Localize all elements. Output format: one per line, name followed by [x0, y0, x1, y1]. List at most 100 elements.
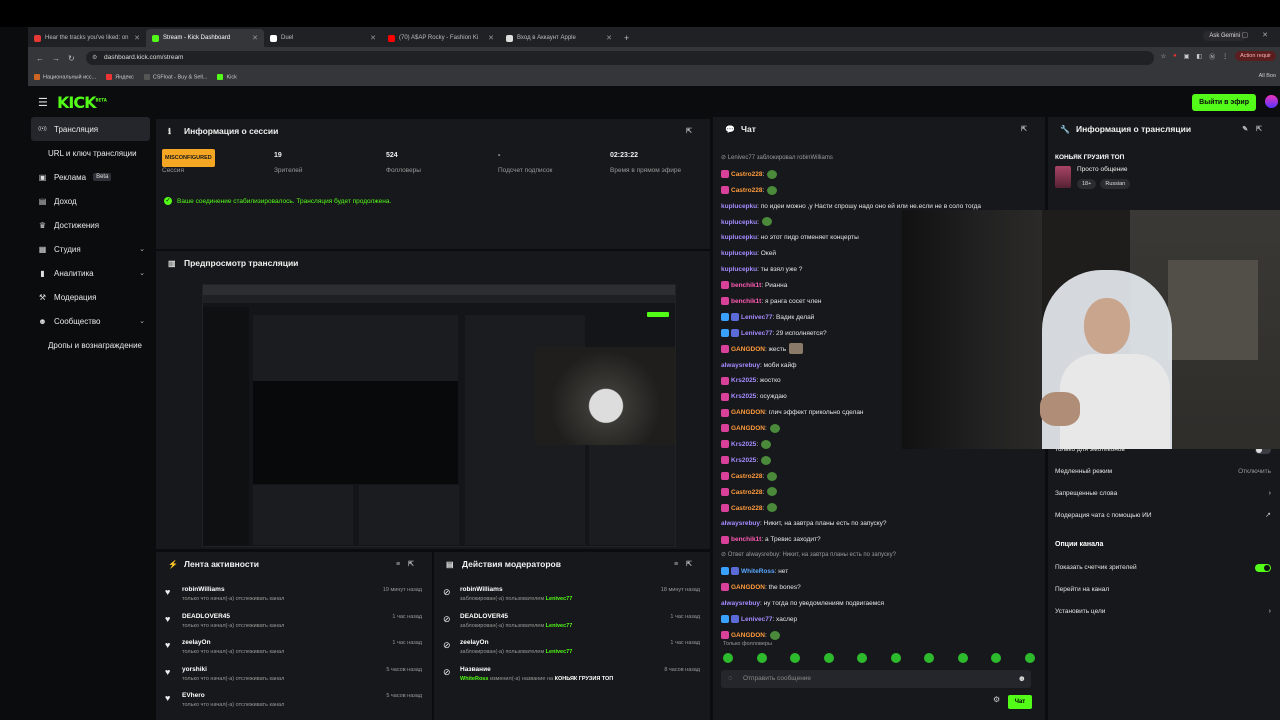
new-tab-icon[interactable]: +: [624, 29, 629, 47]
chat-user[interactable]: Lenivec77: [728, 155, 755, 161]
emote-icon[interactable]: [1024, 653, 1035, 663]
chat-user[interactable]: benchik1t: [731, 298, 761, 305]
go-live-button[interactable]: Выйти в эфир: [1192, 94, 1256, 111]
browser-tab[interactable]: (70) A$AP Rocky - Fashion Ki ✕: [382, 29, 500, 47]
chat-user[interactable]: GANGDON: [731, 409, 765, 416]
chat-user[interactable]: benchik1t: [731, 536, 761, 543]
settings-row[interactable]: Установить цели ›: [1048, 601, 1280, 623]
sidebar-item[interactable]: ▣ Реклама Beta: [28, 165, 153, 189]
moderator-name[interactable]: Lenivec77: [546, 649, 573, 655]
popout-icon[interactable]: ⇱: [1021, 125, 1035, 133]
emote-icon[interactable]: [991, 653, 1002, 663]
chat-user[interactable]: GANGDON: [731, 632, 765, 639]
stream-preview-video[interactable]: [202, 284, 676, 547]
close-icon[interactable]: ✕: [488, 34, 494, 42]
profile-icon[interactable]: Ⓝ: [1209, 52, 1215, 61]
extension-icon[interactable]: ▣: [1184, 53, 1190, 60]
chat-user[interactable]: Lenivec77: [741, 330, 772, 337]
chat-user[interactable]: Krs2025: [731, 457, 756, 464]
chat-user[interactable]: GANGDON: [731, 425, 765, 432]
sidebar-item[interactable]: ▮ Аналитика ⌄: [28, 261, 153, 285]
action-required-badge[interactable]: Action requir: [1235, 51, 1276, 61]
emote-icon[interactable]: [957, 653, 968, 663]
browser-tab[interactable]: Stream - Kick Dashboard ✕: [146, 29, 264, 47]
close-icon[interactable]: ✕: [134, 34, 140, 42]
chat-user[interactable]: Castro228: [731, 473, 762, 480]
sidebar-item[interactable]: ☻ Сообщество ⌄: [28, 309, 153, 333]
reload-icon[interactable]: ↻: [68, 54, 75, 63]
send-button[interactable]: Чат: [1008, 695, 1032, 709]
chat-user[interactable]: Krs2025: [731, 393, 756, 400]
menu-icon[interactable]: ☰: [38, 96, 48, 109]
site-info-icon[interactable]: ⚙: [92, 51, 97, 65]
url-bar[interactable]: ⚙ dashboard.kick.com/stream: [86, 51, 1154, 65]
settings-row[interactable]: Медленный режим Отключить: [1048, 461, 1280, 483]
close-icon[interactable]: ✕: [252, 34, 258, 42]
sidebar-item[interactable]: URL и ключ трансляции: [28, 141, 153, 165]
chat-user[interactable]: benchik1t: [731, 282, 761, 289]
settings-value[interactable]: Отключить: [1238, 461, 1271, 483]
extension-icon[interactable]: ◧: [1196, 53, 1202, 60]
emote-icon[interactable]: [756, 653, 767, 663]
chat-user[interactable]: GANGDON: [731, 346, 765, 353]
chat-user[interactable]: Castro228: [731, 187, 762, 194]
chat-user[interactable]: kuplucepku: [721, 250, 757, 257]
edit-popout-icons[interactable]: ✎⇱: [1242, 125, 1270, 133]
settings-row[interactable]: Модерация чата с помощью ИИ ↗: [1048, 505, 1280, 527]
star-icon[interactable]: ☆: [1161, 53, 1166, 60]
emote-icon[interactable]: [924, 653, 935, 663]
sidebar-item[interactable]: ♛ Достижения: [28, 213, 153, 237]
bookmark-item[interactable]: Kick: [217, 73, 237, 80]
moderator-name[interactable]: Lenivec77: [546, 623, 573, 629]
browser-tab[interactable]: Вход в Аккаунт Apple ✕: [500, 29, 618, 47]
settings-row[interactable]: Показать счетчик зрителей: [1048, 557, 1280, 579]
chat-user[interactable]: alwaysrebuy: [721, 600, 760, 607]
sidebar-item[interactable]: ▤ Доход: [28, 189, 153, 213]
chat-user[interactable]: WhiteRoss: [741, 568, 775, 575]
back-icon[interactable]: ←: [36, 54, 44, 63]
browser-tab[interactable]: Duel ✕: [264, 29, 382, 47]
chat-user[interactable]: Castro228: [731, 171, 762, 178]
bookmark-item[interactable]: Яндекс: [106, 73, 134, 80]
close-icon[interactable]: ✕: [370, 34, 376, 42]
emote-icon[interactable]: [890, 653, 901, 663]
gear-icon[interactable]: ⚙: [993, 695, 1000, 704]
chat-user[interactable]: kuplucepku: [721, 219, 757, 226]
chat-user[interactable]: Krs2025: [731, 377, 756, 384]
forward-icon[interactable]: →: [52, 54, 60, 63]
chat-user[interactable]: Castro228: [731, 489, 762, 496]
emote-icon[interactable]: [723, 653, 733, 663]
bookmark-item[interactable]: CSFloat - Buy & Sell...: [143, 73, 207, 80]
sidebar-item[interactable]: ▦ Студия ⌄: [28, 237, 153, 261]
browser-tab[interactable]: Hear the tracks you've liked: on ✕: [28, 29, 146, 47]
chat-user[interactable]: Castro228: [731, 505, 762, 512]
filter-popout-icons[interactable]: ≡⇱: [396, 560, 422, 568]
sidebar-item[interactable]: Дропы и вознаграждение: [28, 333, 153, 357]
emote-icon[interactable]: [857, 653, 868, 663]
settings-row[interactable]: Перейти на канал: [1048, 579, 1280, 601]
chat-user[interactable]: Lenivec77: [741, 616, 772, 623]
all-bookmarks-button[interactable]: All Boo: [1259, 73, 1276, 79]
emote-icon[interactable]: [823, 653, 834, 663]
chat-user[interactable]: GANGDON: [731, 584, 765, 591]
avatar[interactable]: [1265, 95, 1278, 108]
chat-user[interactable]: Lenivec77: [741, 314, 772, 321]
chat-user[interactable]: alwaysrebuy: [721, 520, 760, 527]
close-icon[interactable]: ✕: [606, 34, 612, 42]
bookmark-item[interactable]: Национальный исс...: [34, 73, 96, 80]
chat-input[interactable]: ◌ Отправить сообщение ☻: [721, 670, 1031, 688]
toggle-switch[interactable]: [1255, 564, 1271, 572]
filter-popout-icons[interactable]: ≡⇱: [674, 560, 700, 568]
sidebar-item[interactable]: ⚒ Модерация: [28, 285, 153, 309]
emote-icon[interactable]: [790, 653, 801, 663]
sidebar-item[interactable]: ((•)) Трансляция: [31, 117, 150, 141]
chat-user[interactable]: kuplucepku: [721, 203, 757, 210]
settings-row[interactable]: Запрещенные слова ›: [1048, 483, 1280, 505]
window-controls[interactable]: – ▢ ✕: [1224, 31, 1274, 39]
chat-user[interactable]: alwaysrebuy: [721, 362, 760, 369]
moderator-name[interactable]: WhiteRoss: [460, 676, 488, 682]
chat-user[interactable]: Ответ alwaysrebuy: [728, 552, 779, 558]
moderator-name[interactable]: Lenivec77: [546, 596, 573, 602]
chat-user[interactable]: kuplucepku: [721, 234, 757, 241]
emoji-icon[interactable]: ☻: [1018, 670, 1026, 688]
